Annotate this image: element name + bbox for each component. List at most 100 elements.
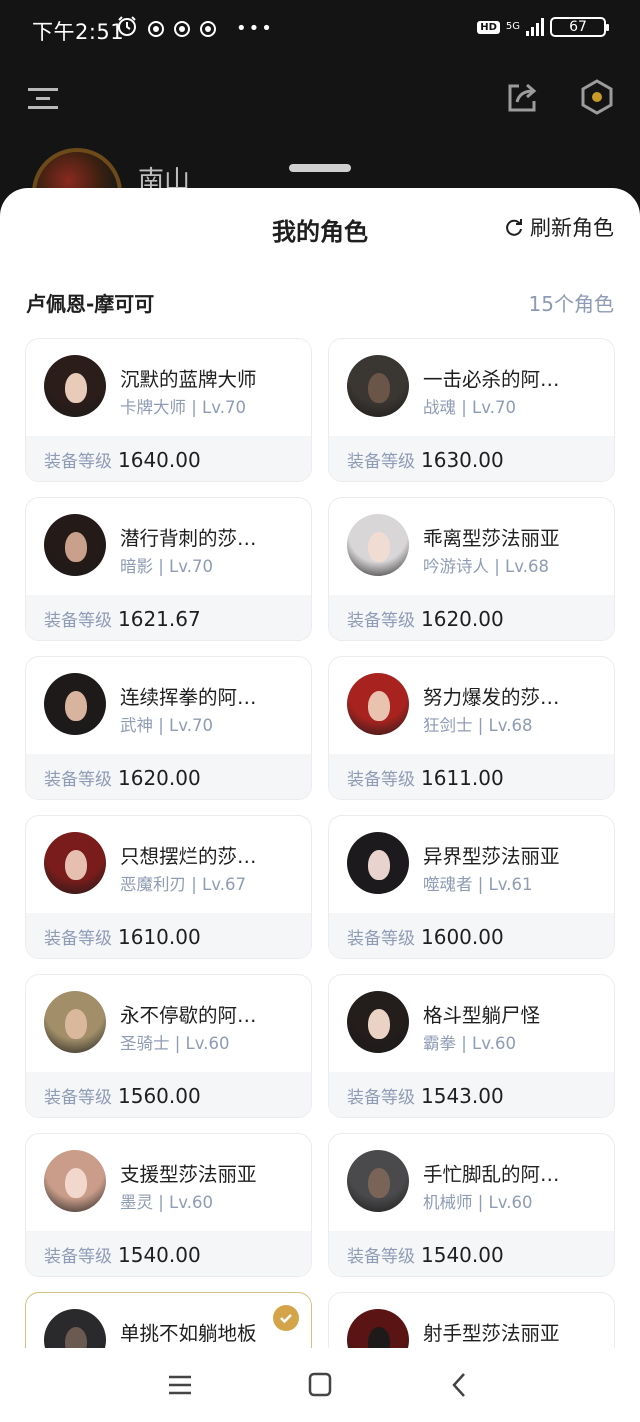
character-portrait — [44, 1150, 106, 1212]
character-card[interactable]: 支援型莎法丽亚 墨灵 | Lv.60 装备等级 1540.00 — [25, 1133, 312, 1277]
signal-icon — [526, 18, 544, 36]
character-card[interactable]: 手忙脚乱的阿… 机械师 | Lv.60 装备等级 1540.00 — [328, 1133, 615, 1277]
gear-level-label: 装备等级 — [44, 1247, 112, 1267]
character-portrait — [44, 991, 106, 1053]
character-portrait — [347, 355, 409, 417]
sheet-drag-handle[interactable] — [289, 164, 351, 172]
character-portrait — [347, 991, 409, 1053]
portrait-face — [368, 691, 390, 721]
character-class-level: 恶魔利刃 | Lv.67 — [120, 875, 246, 894]
character-class-level: 吟游诗人 | Lv.68 — [423, 557, 549, 576]
character-card-top: 支援型莎法丽亚 墨灵 | Lv.60 — [26, 1134, 311, 1231]
character-class-level: 战魂 | Lv.70 — [423, 398, 516, 417]
refresh-icon — [506, 219, 522, 236]
gear-level-row: 装备等级 1540.00 — [26, 1231, 311, 1276]
character-class-level: 暗影 | Lv.70 — [120, 557, 213, 576]
home-button[interactable] — [302, 1370, 338, 1400]
character-card-top: 永不停歇的阿… 圣骑士 | Lv.60 — [26, 975, 311, 1072]
gear-level-value: 1620.00 — [118, 765, 201, 790]
character-name: 永不停歇的阿… — [120, 1004, 257, 1027]
gear-level-label: 装备等级 — [347, 1088, 415, 1108]
character-name: 手忙脚乱的阿… — [423, 1163, 560, 1186]
settings-hexagon-icon[interactable] — [578, 78, 616, 116]
character-card-top: 手忙脚乱的阿… 机械师 | Lv.60 — [329, 1134, 614, 1231]
gear-level-value: 1540.00 — [421, 1242, 504, 1267]
character-grid: 沉默的蓝牌大师 卡牌大师 | Lv.70 装备等级 1640.00 一击必杀的阿… — [25, 338, 615, 1422]
status-notification-icons: ••• — [116, 15, 274, 42]
notification-app-icon — [174, 20, 190, 37]
portrait-face — [65, 1168, 87, 1198]
character-class-level: 机械师 | Lv.60 — [423, 1193, 533, 1212]
notification-app-icon — [148, 20, 164, 37]
account-name: 卢佩恩-摩可可 — [26, 292, 155, 316]
character-card-top: 努力爆发的莎… 狂剑士 | Lv.68 — [329, 657, 614, 754]
character-portrait — [347, 514, 409, 576]
character-card[interactable]: 连续挥拳的阿… 武神 | Lv.70 装备等级 1620.00 — [25, 656, 312, 800]
character-card[interactable]: 乖离型莎法丽亚 吟游诗人 | Lv.68 装备等级 1620.00 — [328, 497, 615, 641]
gear-level-label: 装备等级 — [347, 452, 415, 472]
portrait-face — [368, 373, 390, 403]
character-card[interactable]: 一击必杀的阿… 战魂 | Lv.70 装备等级 1630.00 — [328, 338, 615, 482]
gear-level-label: 装备等级 — [347, 929, 415, 949]
gear-level-label: 装备等级 — [347, 770, 415, 790]
portrait-face — [368, 532, 390, 562]
character-portrait — [44, 832, 106, 894]
character-sheet: 我的角色 刷新角色 卢佩恩-摩可可 15个角色 沉默的蓝牌大师 卡牌大师 | L… — [0, 188, 640, 1422]
gear-level-row: 装备等级 1610.00 — [26, 913, 311, 958]
alarm-icon — [116, 15, 138, 42]
character-card-top: 一击必杀的阿… 战魂 | Lv.70 — [329, 339, 614, 436]
character-card[interactable]: 永不停歇的阿… 圣骑士 | Lv.60 装备等级 1560.00 — [25, 974, 312, 1118]
character-card[interactable]: 格斗型躺尸怪 霸拳 | Lv.60 装备等级 1543.00 — [328, 974, 615, 1118]
character-portrait — [44, 355, 106, 417]
character-name: 格斗型躺尸怪 — [423, 1004, 541, 1027]
character-name: 只想摆烂的莎… — [120, 845, 257, 868]
hd-icon: HD — [477, 20, 500, 34]
gear-level-value: 1560.00 — [118, 1083, 201, 1108]
gear-level-label: 装备等级 — [44, 611, 112, 631]
recent-apps-button[interactable] — [162, 1370, 198, 1400]
character-card-top: 只想摆烂的莎… 恶魔利刃 | Lv.67 — [26, 816, 311, 913]
gear-level-value: 1640.00 — [118, 447, 201, 472]
gear-level-value: 1621.67 — [118, 606, 201, 631]
back-button[interactable] — [442, 1370, 478, 1400]
character-card[interactable]: 只想摆烂的莎… 恶魔利刃 | Lv.67 装备等级 1610.00 — [25, 815, 312, 959]
portrait-face — [65, 373, 87, 403]
character-class-level: 圣骑士 | Lv.60 — [120, 1034, 230, 1053]
refresh-roles-button[interactable]: 刷新角色 — [504, 212, 614, 242]
character-name: 一击必杀的阿… — [423, 368, 560, 391]
gear-level-row: 装备等级 1640.00 — [26, 436, 311, 481]
gear-level-label: 装备等级 — [347, 611, 415, 631]
character-name: 射手型莎法丽亚 — [423, 1322, 560, 1345]
character-card-top: 乖离型莎法丽亚 吟游诗人 | Lv.68 — [329, 498, 614, 595]
character-card[interactable]: 努力爆发的莎… 狂剑士 | Lv.68 装备等级 1611.00 — [328, 656, 615, 800]
gear-level-row: 装备等级 1611.00 — [329, 754, 614, 799]
gear-level-row: 装备等级 1630.00 — [329, 436, 614, 481]
portrait-face — [368, 1168, 390, 1198]
gear-level-value: 1620.00 — [421, 606, 504, 631]
app-header: 南山 — [0, 58, 640, 238]
portrait-face — [368, 1009, 390, 1039]
character-card[interactable]: 异界型莎法丽亚 噬魂者 | Lv.61 装备等级 1600.00 — [328, 815, 615, 959]
status-bar: 下午2:51 ••• HD 5G 67 — [0, 0, 640, 58]
more-notifications-icon: ••• — [236, 18, 274, 39]
share-icon[interactable] — [505, 80, 539, 114]
character-card[interactable]: 沉默的蓝牌大师 卡牌大师 | Lv.70 装备等级 1640.00 — [25, 338, 312, 482]
gear-level-value: 1610.00 — [118, 924, 201, 949]
role-count: 15个角色 — [528, 292, 614, 316]
portrait-face — [65, 691, 87, 721]
gear-level-label: 装备等级 — [44, 770, 112, 790]
system-nav-bar — [0, 1348, 640, 1422]
menu-icon[interactable] — [28, 84, 60, 112]
gear-level-value: 1543.00 — [421, 1083, 504, 1108]
portrait-face — [65, 850, 87, 880]
gear-level-row: 装备等级 1620.00 — [329, 595, 614, 640]
character-card[interactable]: 潜行背刺的莎… 暗影 | Lv.70 装备等级 1621.67 — [25, 497, 312, 641]
character-name: 潜行背刺的莎… — [120, 527, 257, 550]
character-card-top: 异界型莎法丽亚 噬魂者 | Lv.61 — [329, 816, 614, 913]
character-class-level: 噬魂者 | Lv.61 — [423, 875, 533, 894]
character-class-level: 狂剑士 | Lv.68 — [423, 716, 533, 735]
gear-level-value: 1600.00 — [421, 924, 504, 949]
portrait-face — [65, 532, 87, 562]
gear-level-row: 装备等级 1620.00 — [26, 754, 311, 799]
status-time: 下午2:51 — [32, 20, 125, 44]
